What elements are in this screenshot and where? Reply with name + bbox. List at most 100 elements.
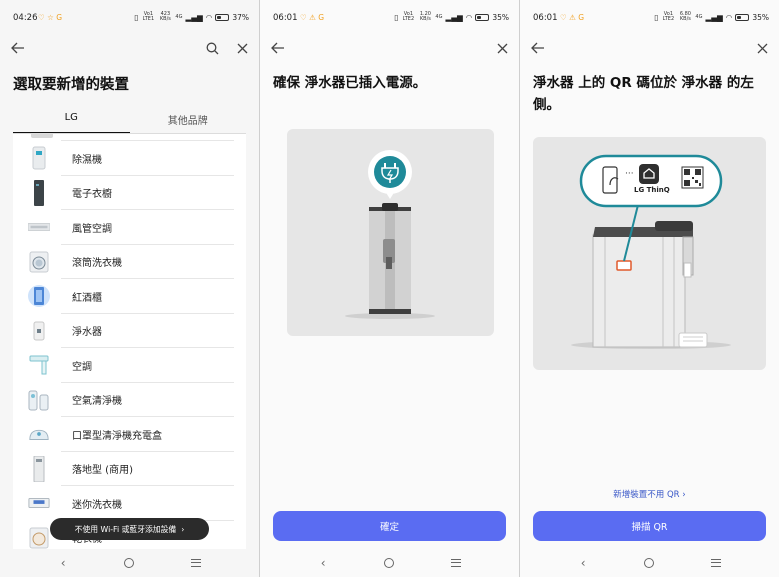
vibrate-icon: ▯: [654, 12, 659, 22]
nav-home-button[interactable]: [375, 553, 403, 573]
list-item-mask-charger[interactable]: 口罩型清淨機充電盒: [13, 417, 234, 452]
list-item-floor-standing[interactable]: 落地型 (商用): [13, 452, 234, 486]
list-item-water-purifier[interactable]: 淨水器: [13, 314, 234, 348]
status-time: 04:26: [13, 13, 38, 23]
vibrate-icon: ▯: [394, 12, 399, 22]
nav-home-button[interactable]: [115, 553, 143, 573]
nav-home-icon: [644, 558, 655, 568]
nav-back-button[interactable]: ‹: [569, 553, 597, 573]
nav-recents-icon: [450, 559, 461, 567]
network-speed: 1.20 KB/s: [419, 11, 431, 22]
nav-recents-button[interactable]: [702, 553, 730, 573]
nav-back-button[interactable]: ‹: [309, 553, 337, 573]
back-arrow-icon: [271, 42, 284, 54]
network-type: Vo1 LTE2: [402, 11, 415, 22]
list-item-label: 迷你洗衣機: [72, 499, 122, 511]
dehumidifier-icon: [28, 146, 50, 170]
device-thumb-cut: [31, 134, 53, 138]
confirm-button[interactable]: 確定: [273, 511, 506, 541]
navigation-bar: ‹: [0, 549, 259, 577]
list-item-air-purifier[interactable]: 空氣清淨機: [13, 383, 234, 417]
close-icon: [757, 43, 767, 53]
toolbar: [0, 34, 259, 62]
battery-icon: [735, 13, 750, 21]
list-item-label: 電子衣櫥: [72, 189, 112, 201]
close-button[interactable]: [750, 34, 774, 62]
qr-location-illustration: ··· LG ThinQ: [533, 137, 766, 370]
signal-icon: ▂▄▆: [445, 12, 463, 22]
screen-qr-location: 06:01 ♡ ⚠ G ▯ Vo1 LTE2 6.80 KB/s 4G ▂▄▆ …: [520, 0, 779, 577]
plug-illustration: [287, 129, 494, 336]
network-gen: 4G: [695, 13, 703, 20]
wine-cellar-icon: [28, 284, 50, 308]
list-item-wine-cellar[interactable]: 紅酒櫃: [13, 279, 234, 314]
battery-level: 35%: [492, 12, 509, 22]
scan-qr-button[interactable]: 掃描 QR: [533, 511, 766, 541]
close-icon: [237, 43, 247, 53]
air-purifier-icon: [28, 388, 50, 412]
list-item-label: 滾筒洗衣機: [72, 258, 122, 270]
list-item-front-load-washer[interactable]: 滾筒洗衣機: [13, 245, 234, 279]
washer-icon: [28, 250, 50, 274]
nav-recents-icon: [190, 559, 201, 567]
mask-charger-icon: [28, 422, 50, 446]
nav-recents-button[interactable]: [442, 553, 470, 573]
nav-back-icon: ‹: [580, 556, 586, 570]
nav-recents-button[interactable]: [182, 553, 210, 573]
list-item-mini-washer[interactable]: 迷你洗衣機: [13, 486, 234, 521]
nav-recents-icon: [710, 559, 721, 567]
close-button[interactable]: [490, 34, 514, 62]
back-button[interactable]: [526, 34, 550, 62]
list-item-label: 紅酒櫃: [72, 292, 102, 304]
status-bar: 04:26 ♡ ☆ G ▯ Vo1 LTE1 423 KB/s 4G ▂▄▆ ◠…: [0, 0, 259, 34]
nav-home-icon: [124, 558, 135, 568]
search-button[interactable]: [200, 34, 224, 62]
tab-other-brands[interactable]: 其他品牌: [130, 112, 247, 134]
battery-icon: [215, 13, 230, 21]
status-time: 06:01: [273, 13, 298, 23]
screen-plug-in: 06:01 ♡ ⚠ G ▯ Vo1 LTE2 1.20 KB/s 4G ▂▄▆ …: [260, 0, 519, 577]
network-type: Vo1 LTE1: [142, 11, 155, 22]
floor-standing-icon: [28, 455, 50, 482]
list-item-duct-ac[interactable]: 風管空調: [13, 210, 234, 245]
list-item-air-conditioner[interactable]: 空調: [13, 348, 234, 383]
back-button[interactable]: [266, 34, 290, 62]
nav-back-button[interactable]: ‹: [49, 553, 77, 573]
signal-icon: ▂▄▆: [185, 12, 203, 22]
lg-thinq-home-icon: [639, 164, 659, 184]
add-without-qr-link[interactable]: 新增裝置不用 QR ›: [520, 488, 779, 500]
air-conditioner-icon: [28, 353, 50, 377]
instruction-heading: 淨水器 上的 QR 碼位於 淨水器 的左側。: [533, 75, 754, 113]
toolbar: [260, 34, 519, 62]
list-item-label: 風管空調: [72, 223, 112, 235]
add-without-wifi-button[interactable]: 不使用 Wi-Fi 或藍牙添加設備 ›: [50, 518, 209, 540]
network-type: Vo1 LTE2: [662, 11, 675, 22]
list-item-label: 空調: [72, 361, 92, 373]
list-item-label: 落地型 (商用): [72, 465, 133, 477]
back-button[interactable]: [6, 34, 30, 62]
lg-thinq-brand: LG ThinQ: [634, 186, 670, 194]
status-bar: 06:01 ♡ ⚠ G ▯ Vo1 LTE2 6.80 KB/s 4G ▂▄▆ …: [520, 0, 779, 34]
chevron-right-icon: ›: [181, 524, 185, 534]
instruction-heading: 確保 淨水器已插入電源。: [273, 75, 427, 91]
notification-icons: ♡ ⚠ G: [300, 13, 325, 22]
network-gen: 4G: [435, 13, 443, 20]
navigation-bar: ‹: [260, 549, 519, 577]
tab-lg[interactable]: LG: [13, 112, 130, 134]
list-item-styler[interactable]: 電子衣櫥: [13, 176, 234, 210]
list-item-label: 空氣清淨機: [72, 396, 122, 408]
brand-tabs: LG 其他品牌: [13, 112, 246, 134]
notification-icons: ♡ ⚠ G: [560, 13, 585, 22]
list-item-label: 口罩型清淨機充電盒: [72, 430, 162, 442]
back-arrow-icon: [11, 42, 24, 54]
network-speed: 6.80 KB/s: [679, 11, 691, 22]
search-icon: [206, 42, 218, 54]
close-icon: [497, 43, 507, 53]
navigation-bar: ‹: [520, 549, 779, 577]
close-button[interactable]: [230, 34, 254, 62]
bubble-dots: ···: [625, 169, 634, 179]
list-item-label: 淨水器: [72, 327, 102, 339]
list-item-dehumidifier[interactable]: 除濕機: [13, 141, 234, 176]
nav-home-button[interactable]: [635, 553, 663, 573]
screen-select-device: 04:26 ♡ ☆ G ▯ Vo1 LTE1 423 KB/s 4G ▂▄▆ ◠…: [0, 0, 259, 577]
